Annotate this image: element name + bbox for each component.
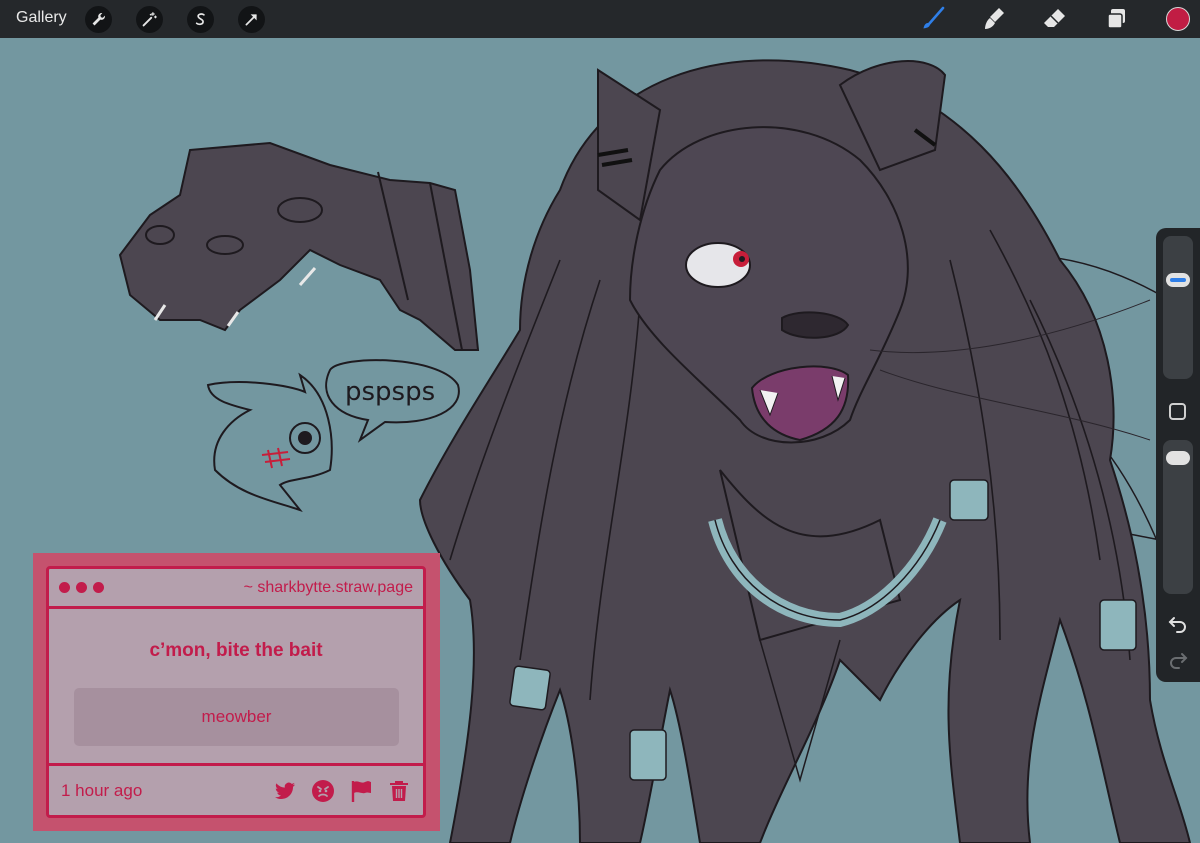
- straw-page-card: ~ sharkbytte.straw.page c’mon, bite the …: [33, 553, 440, 831]
- brush-size-handle[interactable]: [1166, 273, 1190, 287]
- speech-bubble-text: pspsps: [345, 377, 435, 407]
- brush-size-slider[interactable]: [1163, 236, 1193, 379]
- card-header: ~ sharkbytte.straw.page: [49, 569, 423, 609]
- card-footer: 1 hour ago: [49, 763, 423, 815]
- card-url[interactable]: ~ sharkbytte.straw.page: [244, 579, 413, 597]
- undo-icon[interactable]: [1167, 612, 1189, 634]
- top-toolbar: Gallery: [0, 0, 1200, 38]
- selection-icon[interactable]: [187, 6, 214, 33]
- smudge-icon[interactable]: [980, 5, 1008, 33]
- modify-square-icon[interactable]: [1169, 403, 1186, 420]
- eraser-icon[interactable]: [1041, 5, 1069, 33]
- redo-icon[interactable]: [1167, 648, 1189, 670]
- opacity-handle[interactable]: [1166, 451, 1190, 465]
- card-question: c’mon, bite the bait: [149, 640, 323, 661]
- transform-arrow-icon[interactable]: [238, 6, 265, 33]
- angry-face-icon[interactable]: [311, 779, 335, 803]
- lion-character: [418, 59, 1200, 843]
- card-answer: meowber: [74, 688, 399, 746]
- flag-icon[interactable]: [349, 779, 373, 803]
- brush-icon[interactable]: [919, 5, 947, 33]
- color-picker-button[interactable]: [1166, 7, 1190, 31]
- window-dot-icon: [93, 582, 104, 593]
- shark-doodle: [206, 372, 333, 513]
- window-dot-icon: [59, 582, 70, 593]
- side-slider-panel: [1156, 228, 1200, 682]
- card-timestamp: 1 hour ago: [61, 780, 143, 800]
- opacity-slider[interactable]: [1163, 440, 1193, 594]
- speech-bubble: pspsps: [325, 359, 460, 443]
- wrench-icon[interactable]: [85, 6, 112, 33]
- hand-sketch: [118, 141, 480, 351]
- magic-wand-icon[interactable]: [136, 6, 163, 33]
- layers-icon[interactable]: [1103, 5, 1131, 33]
- trash-icon[interactable]: [387, 779, 411, 803]
- card-window: ~ sharkbytte.straw.page c’mon, bite the …: [46, 566, 426, 818]
- window-dot-icon: [76, 582, 87, 593]
- gallery-button[interactable]: Gallery: [16, 9, 67, 27]
- twitter-icon[interactable]: [273, 779, 297, 803]
